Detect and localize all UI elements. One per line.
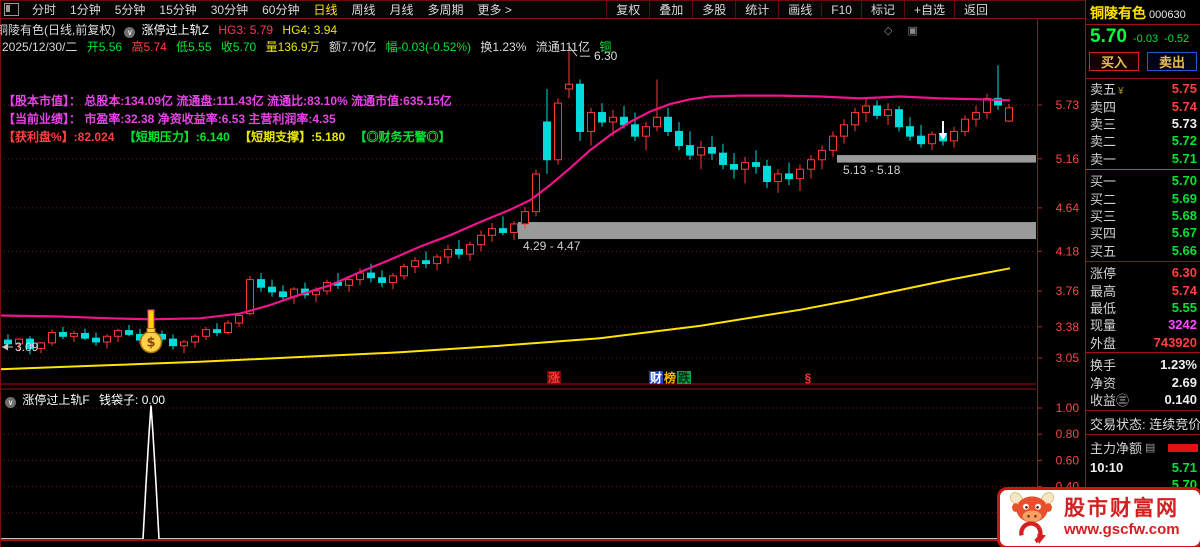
svg-text:5.16: 5.16 [1056, 152, 1080, 166]
price-change-pct: -0.52 [1164, 33, 1190, 45]
svg-text:3.09: 3.09 [15, 340, 39, 354]
stat-rows: 涨停 6.30 最高 5.74 最低 5.55 现量 3242 外盘 743920 [1090, 264, 1197, 351]
svg-text:5.13 - 5.18: 5.13 - 5.18 [843, 163, 901, 177]
chart-corner-icons[interactable]: ◇ ▣ [884, 24, 924, 37]
svg-text:财: 财 [649, 370, 662, 385]
svg-text:0.60: 0.60 [1056, 453, 1080, 467]
sell-button[interactable]: 卖出 [1147, 52, 1197, 71]
collapse-icon-sub[interactable]: ∨ [5, 397, 16, 408]
fin-row-0[interactable]: 换手 1.23% [1090, 356, 1197, 373]
bull-icon [1009, 492, 1055, 544]
ask-book: 卖五 ¥5.75 卖四 5.74 卖三 5.73 卖二 5.72 卖一 5.71 [1090, 80, 1197, 167]
bid-row-4[interactable]: 买五 5.66 [1090, 242, 1197, 259]
ask-row-3[interactable]: 卖二 5.72 [1090, 132, 1197, 149]
main-force-label: 主力净额 [1090, 441, 1143, 456]
trade-buttons: 买入 卖出 [1089, 52, 1197, 71]
svg-text:涨: 涨 [548, 370, 560, 385]
quote-title: 铜陵有色 000630 [1090, 3, 1186, 23]
svg-text:5.73: 5.73 [1056, 98, 1080, 112]
watermark-title: 股市财富网 [1064, 497, 1179, 520]
fin-row-1[interactable]: 净资 2.69 [1090, 373, 1197, 391]
tick-row-1: 10:10 5.71 [1090, 460, 1197, 475]
fin-row-2[interactable]: 收益㊂ 0.140 [1090, 391, 1197, 408]
tick-price1: 5.71 [1171, 460, 1197, 475]
quote-price-row: 5.70 -0.03 -0.52 [1090, 26, 1189, 48]
bid-row-2[interactable]: 买三 5.68 [1090, 207, 1197, 224]
watermark-url: www.gscfw.com [1064, 521, 1180, 538]
quote-stock-code: 000630 [1149, 9, 1186, 21]
svg-text:4.29 - 4.47: 4.29 - 4.47 [523, 239, 581, 253]
bid-row-1[interactable]: 买二 5.69 [1090, 189, 1197, 207]
main-force-row[interactable]: 主力净额 ▤ [1090, 438, 1198, 457]
bid-book: 买一 5.70 买二 5.69 买三 5.68 买四 5.67 买五 5.66 [1090, 172, 1197, 259]
svg-text:$: $ [146, 335, 155, 350]
site-watermark: 股市财富网 www.gscfw.com [997, 487, 1200, 547]
last-price: 5.70 [1090, 26, 1127, 47]
quote-stock-name: 铜陵有色 [1090, 5, 1146, 21]
stat-row-1[interactable]: 最高 5.74 [1090, 281, 1197, 299]
stat-row-0[interactable]: 涨停 6.30 [1090, 264, 1197, 281]
ask-row-1[interactable]: 卖四 5.74 [1090, 97, 1197, 115]
svg-text:3.38: 3.38 [1056, 320, 1080, 334]
tick-time: 10:10 [1090, 460, 1124, 475]
candlestick-chart[interactable]: 5.73 5.16 4.64 4.18 3.76 3.38 3.05 4.29 - 4.47 5… [0, 0, 1085, 547]
ask-row-0[interactable]: 卖五 ¥5.75 [1090, 80, 1197, 97]
svg-text:6.30: 6.30 [594, 49, 618, 63]
svg-text:1.00: 1.00 [1056, 401, 1080, 415]
buy-button[interactable]: 买入 [1089, 52, 1139, 71]
left-border [0, 0, 1, 547]
fin-rows: 换手 1.23% 净资 2.69 收益㊂ 0.140 [1090, 356, 1197, 408]
bid-row-0[interactable]: 买一 5.70 [1090, 172, 1197, 189]
svg-text:3.05: 3.05 [1056, 351, 1080, 365]
stat-row-3[interactable]: 现量 3242 [1090, 316, 1197, 333]
ask-row-2[interactable]: 卖三 5.73 [1090, 115, 1197, 132]
list-icon: ▤ [1145, 442, 1156, 454]
svg-text:§: § [805, 371, 812, 385]
bid-row-3[interactable]: 买四 5.67 [1090, 224, 1197, 241]
svg-text:4.18: 4.18 [1056, 244, 1080, 258]
quote-panel: 铜陵有色 000630 5.70 -0.03 -0.52 买入 卖出 卖五 ¥5.7… [1085, 0, 1200, 547]
stat-row-2[interactable]: 最低 5.55 [1090, 299, 1197, 316]
svg-text:0.80: 0.80 [1056, 427, 1080, 441]
app-window: 分时 1分钟 5分钟 15分钟 30分钟 60分钟 日线 周线 月线 多周期 更多 > 复权 叠加 多股… [0, 0, 1200, 547]
trade-status: 交易状态: 连续竞价 [1090, 417, 1200, 432]
svg-text:跌: 跌 [678, 370, 691, 385]
stat-row-4[interactable]: 外盘 743920 [1090, 334, 1197, 351]
svg-text:榜: 榜 [664, 370, 676, 385]
svg-text:3.76: 3.76 [1056, 284, 1080, 298]
main-force-bar [1168, 443, 1198, 452]
svg-text:4.64: 4.64 [1056, 201, 1080, 215]
ask-row-4[interactable]: 卖一 5.71 [1090, 150, 1197, 167]
price-change: -0.03 [1132, 33, 1159, 45]
